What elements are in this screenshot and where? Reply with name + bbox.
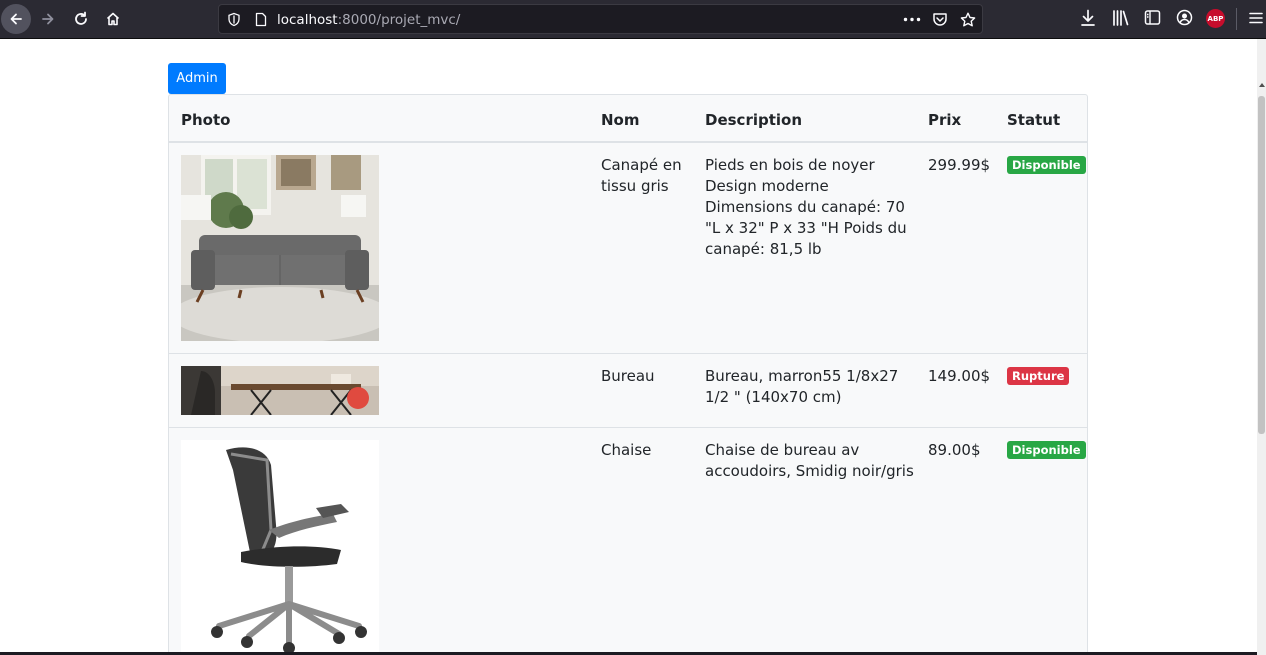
products-table: Photo Nom Description Prix Statut Canapé… — [168, 94, 1088, 655]
product-price: 89.00$ — [928, 441, 981, 459]
pocket-icon[interactable] — [932, 12, 948, 27]
menu-icon[interactable] — [1249, 11, 1263, 25]
reload-button[interactable] — [66, 4, 96, 34]
header-description: Description — [705, 111, 803, 129]
product-description: Pieds en bois de noyer Design moderne Di… — [705, 156, 907, 258]
toolbar-border — [0, 38, 1266, 39]
admin-button[interactable]: Admin — [168, 63, 226, 94]
header-nom: Nom — [601, 111, 640, 129]
shield-icon[interactable] — [227, 12, 241, 27]
header-photo: Photo — [181, 111, 231, 129]
arrow-left-icon — [10, 13, 22, 25]
browser-toolbar: localhost:8000/projet_mvc/ ABP — [0, 0, 1266, 38]
status-badge: Disponible — [1007, 441, 1086, 459]
url-text[interactable]: localhost:8000/projet_mvc/ — [277, 12, 460, 28]
page-icon — [255, 12, 267, 27]
product-name: Bureau — [601, 367, 655, 385]
header-prix: Prix — [928, 111, 962, 129]
url-host: localhost — [277, 12, 338, 28]
product-description: Chaise de bureau av accoudoirs, Smidig n… — [705, 441, 914, 480]
back-button[interactable] — [1, 4, 31, 34]
bookmark-star-icon[interactable] — [960, 12, 976, 27]
product-name: Canapé en tissu gris — [601, 156, 682, 195]
library-icon[interactable] — [1112, 9, 1130, 27]
adblock-plus-icon[interactable]: ABP — [1206, 9, 1225, 28]
product-price: 149.00$ — [928, 367, 991, 385]
status-badge: Disponible — [1007, 156, 1086, 174]
row-divider — [169, 427, 1087, 428]
toolbar-divider — [1236, 8, 1237, 30]
sofa-photo — [181, 155, 379, 341]
account-icon[interactable] — [1176, 9, 1193, 26]
product-name: Chaise — [601, 441, 652, 459]
url-bar[interactable]: localhost:8000/projet_mvc/ — [218, 4, 983, 34]
forward-button[interactable] — [33, 4, 63, 34]
scroll-thumb[interactable] — [1258, 96, 1265, 434]
product-description: Bureau, marron55 1/8x27 1/2 " (140x70 cm… — [705, 367, 899, 406]
header-statut: Statut — [1007, 111, 1061, 129]
page-scrollbar[interactable] — [1257, 39, 1266, 655]
reload-icon — [75, 11, 87, 25]
row-divider — [169, 353, 1087, 354]
table-header: Photo Nom Description Prix Statut — [169, 95, 1087, 143]
home-icon — [106, 12, 120, 26]
sidebar-icon[interactable] — [1144, 9, 1161, 26]
arrow-right-icon — [42, 13, 54, 25]
chair-photo — [181, 440, 379, 655]
status-badge: Rupture — [1007, 367, 1070, 385]
download-icon[interactable] — [1080, 9, 1096, 27]
scroll-up-arrow-icon[interactable] — [1259, 83, 1265, 87]
url-path: :8000/projet_mvc/ — [337, 12, 461, 28]
adblock-badge-text: ABP — [1207, 14, 1224, 23]
product-price: 299.99$ — [928, 156, 991, 174]
desk-photo — [181, 366, 379, 415]
home-button[interactable] — [98, 4, 128, 34]
more-actions-icon[interactable] — [903, 17, 921, 22]
